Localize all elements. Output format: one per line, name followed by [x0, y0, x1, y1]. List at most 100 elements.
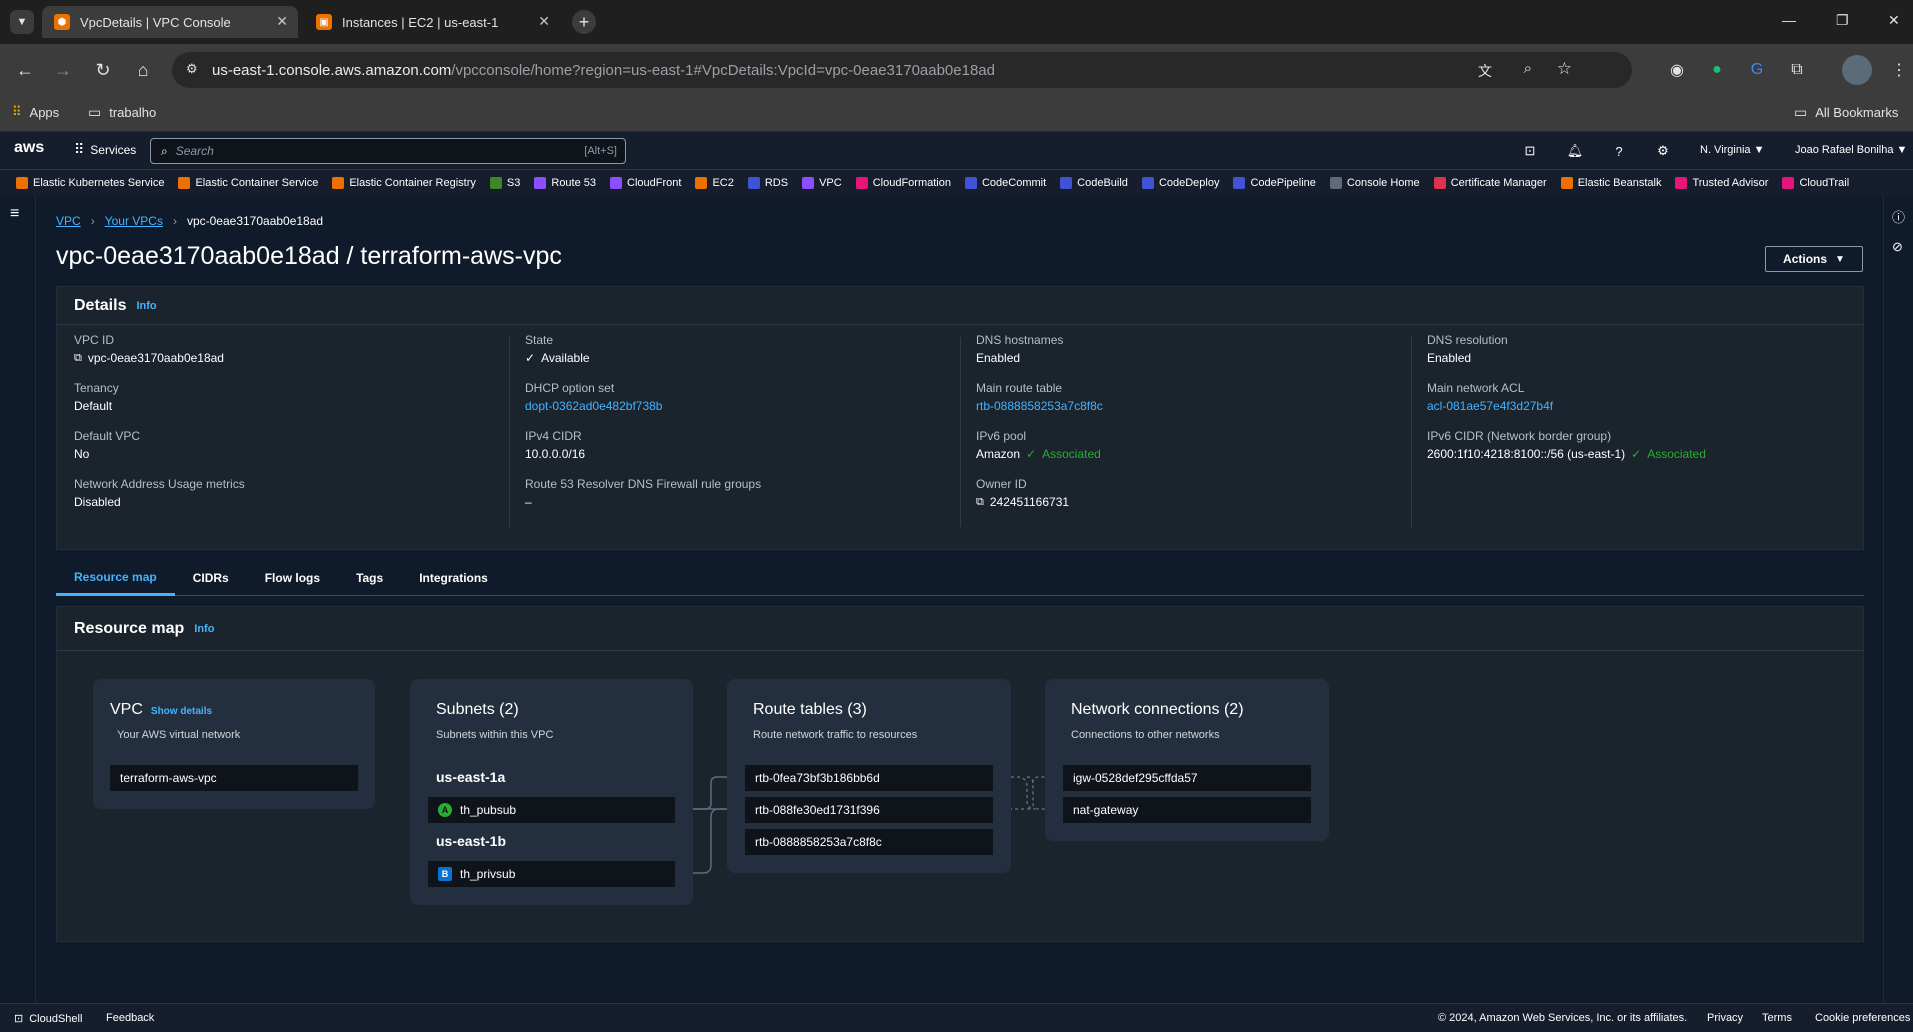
back-icon[interactable]: ← [12, 57, 38, 83]
close-icon[interactable]: ✕ [538, 13, 550, 30]
cloudshell-icon[interactable]: ⊡ [1521, 142, 1539, 160]
caret-down-icon: ▼ [1835, 253, 1845, 265]
minimize-icon[interactable]: — [1782, 12, 1796, 28]
favorite-console-home[interactable]: Console Home [1329, 176, 1420, 189]
search-input[interactable]: ⌕ Search [Alt+S] [150, 138, 626, 164]
info-circle-icon[interactable]: ⓘ [1892, 207, 1905, 226]
tab-integrations[interactable]: Integrations [401, 560, 506, 596]
favorite-route-53[interactable]: Route 53 [534, 176, 596, 189]
breadcrumb-your-vpcs[interactable]: Your VPCs [105, 214, 163, 228]
grammarly-icon[interactable]: ● [1704, 57, 1730, 83]
copyright-text: © 2024, Amazon Web Services, Inc. or its… [1438, 1012, 1688, 1024]
subnet-chip-privsub[interactable]: B th_privsub [428, 861, 675, 887]
window-close-icon[interactable]: ✕ [1888, 12, 1900, 29]
details-info-link[interactable]: Info [136, 300, 156, 312]
tab-title: Instances | EC2 | us-east-1 [342, 14, 499, 30]
site-settings-icon[interactable]: ⚙ [186, 61, 198, 77]
copy-icon[interactable]: ⧉ [976, 496, 984, 509]
bookmark-star-icon[interactable]: ☆ [1557, 59, 1572, 79]
vpc-chip[interactable]: terraform-aws-vpc [110, 765, 358, 791]
copy-icon[interactable]: ⧉ [74, 352, 82, 365]
home-icon[interactable]: ⌂ [130, 57, 156, 83]
account-menu[interactable]: Joao Rafael Bonilha ▼ [1795, 144, 1907, 156]
favorite-cloudfront[interactable]: CloudFront [610, 176, 681, 189]
favorite-ec2[interactable]: EC2 [695, 176, 734, 189]
google-translate-icon[interactable]: G [1744, 57, 1770, 83]
privacy-link[interactable]: Privacy [1707, 1012, 1743, 1024]
favorite-codecommit[interactable]: CodeCommit [964, 176, 1046, 189]
service-icon [1433, 176, 1446, 189]
zoom-icon[interactable]: ⌕ [1524, 60, 1532, 77]
favorite-elastic-beanstalk[interactable]: Elastic Beanstalk [1560, 176, 1661, 189]
all-bookmarks[interactable]: ▭ All Bookmarks [1794, 104, 1898, 121]
favorite-label: VPC [819, 176, 842, 189]
route-table-chip[interactable]: rtb-0fea73bf3b186bb6d [745, 765, 993, 791]
new-tab-icon[interactable]: + [572, 10, 596, 34]
settings-gear-icon[interactable]: ⚙ [1654, 142, 1672, 160]
browser-tab-vpc[interactable]: ⬢ VpcDetails | VPC Console ✕ [42, 6, 298, 38]
favorite-elastic-kubernetes-service[interactable]: Elastic Kubernetes Service [16, 176, 164, 189]
favorite-certificate-manager[interactable]: Certificate Manager [1433, 176, 1547, 189]
favorite-cloudformation[interactable]: CloudFormation [855, 176, 951, 189]
tab-resource-map[interactable]: Resource map [56, 560, 175, 596]
tab-list-icon[interactable]: ▼ [10, 10, 34, 34]
connection-chip[interactable]: igw-0528def295cffda57 [1063, 765, 1311, 791]
cloudshell-link[interactable]: ⊡ CloudShell [14, 1012, 82, 1026]
apps-bookmark[interactable]: ⠿ Apps [12, 104, 59, 120]
main-route-table-link[interactable]: rtb-0888858253a7c8f8c [976, 399, 1416, 413]
favorite-cloudtrail[interactable]: CloudTrail [1782, 176, 1849, 189]
aws-top-nav: aws ⠿ Services ⌕ Search [Alt+S] ⊡ 🔔︎ ? ⚙… [0, 133, 1913, 169]
breadcrumb-vpc[interactable]: VPC [56, 214, 81, 228]
tab-tags[interactable]: Tags [338, 560, 401, 596]
browser-tab-ec2[interactable]: ▣ Instances | EC2 | us-east-1 ✕ [304, 6, 560, 38]
subnet-name: th_pubsub [460, 803, 517, 817]
menu-kebab-icon[interactable]: ⋮ [1886, 57, 1912, 83]
tab-cidrs[interactable]: CIDRs [175, 560, 247, 596]
favorite-elastic-container-registry[interactable]: Elastic Container Registry [332, 176, 476, 189]
cookie-preferences-link[interactable]: Cookie preferences [1815, 1012, 1910, 1024]
favorite-rds[interactable]: RDS [747, 176, 788, 189]
network-acl-link[interactable]: acl-081ae57e4f3d27b4f [1427, 399, 1867, 413]
tab-flow-logs[interactable]: Flow logs [247, 560, 338, 596]
services-menu[interactable]: ⠿ Services [74, 141, 136, 158]
restore-icon[interactable]: ❐ [1836, 12, 1849, 29]
aws-logo[interactable]: aws [14, 139, 44, 157]
favorite-elastic-container-service[interactable]: Elastic Container Service [178, 176, 318, 189]
notifications-bell-icon[interactable]: 🔔︎ [1566, 142, 1584, 160]
subnet-name: th_privsub [460, 867, 516, 881]
trabalho-bookmark[interactable]: ▭ trabalho [88, 104, 156, 121]
translate-icon[interactable]: 文 [1478, 61, 1492, 81]
ipv6-cidr-label: IPv6 CIDR (Network border group) [1427, 429, 1612, 443]
favorite-s3[interactable]: S3 [489, 176, 520, 189]
connection-chip[interactable]: nat-gateway [1063, 797, 1311, 823]
grid-icon: ⠿ [74, 141, 85, 157]
favorite-vpc[interactable]: VPC [802, 176, 842, 189]
feedback-link[interactable]: Feedback [106, 1012, 154, 1024]
extensions-puzzle-icon[interactable]: ⧉ [1784, 57, 1810, 83]
extension-icon[interactable]: ◉ [1664, 57, 1690, 83]
tab-title: VpcDetails | VPC Console [80, 14, 231, 30]
hamburger-menu-icon[interactable]: ≡ [10, 205, 19, 223]
route-table-chip[interactable]: rtb-088fe30ed1731f396 [745, 797, 993, 823]
dhcp-link[interactable]: dopt-0362ad0e482bf738b [525, 399, 965, 413]
reload-icon[interactable]: ↻ [90, 57, 116, 83]
tutorial-icon[interactable]: ⊘ [1892, 239, 1903, 255]
region-selector[interactable]: N. Virginia ▼ [1700, 144, 1765, 156]
favorite-codebuild[interactable]: CodeBuild [1060, 176, 1128, 189]
close-icon[interactable]: ✕ [276, 13, 288, 30]
favorite-codepipeline[interactable]: CodePipeline [1233, 176, 1316, 189]
help-icon[interactable]: ? [1610, 142, 1628, 160]
details-column-4: DNS resolution Enabled Main network ACL ac… [1427, 333, 1867, 477]
subnet-chip-pubsub[interactable]: A th_pubsub [428, 797, 675, 823]
network-acl-label: Main network ACL [1427, 381, 1525, 395]
forward-icon[interactable]: → [50, 57, 76, 83]
profile-avatar[interactable] [1842, 55, 1872, 85]
favorite-trusted-advisor[interactable]: Trusted Advisor [1675, 176, 1768, 189]
terms-link[interactable]: Terms [1762, 1012, 1792, 1024]
url-bar[interactable]: ⚙ us-east-1.console.aws.amazon.com/vpcco… [172, 52, 1632, 88]
r53-label: Route 53 Resolver DNS Firewall rule grou… [525, 477, 762, 491]
favorite-codedeploy[interactable]: CodeDeploy [1141, 176, 1219, 189]
actions-button[interactable]: Actions ▼ [1765, 246, 1863, 272]
route-table-chip[interactable]: rtb-0888858253a7c8f8c [745, 829, 993, 855]
show-details-link[interactable]: Show details [151, 706, 212, 717]
